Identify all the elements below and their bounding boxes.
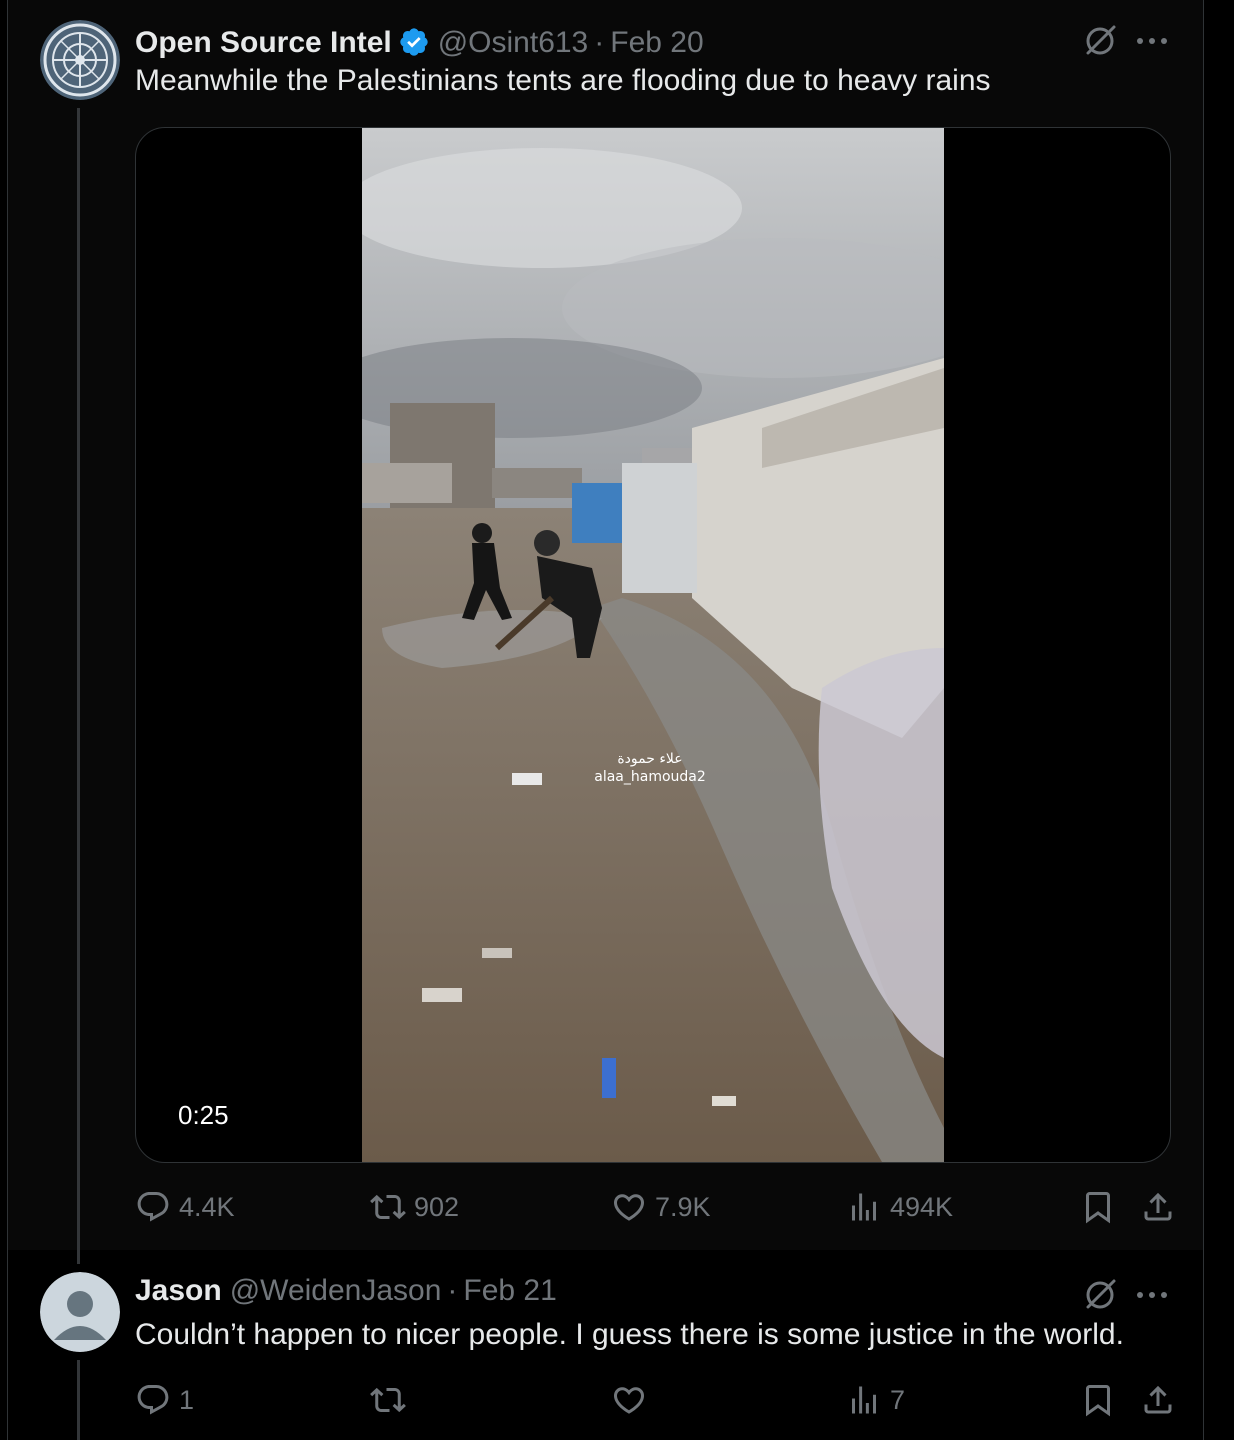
separator-dot: ·: [447, 1274, 458, 1307]
views-count: 494K: [890, 1191, 954, 1222]
reply-text: Couldn’t happen to nicer people. I guess…: [135, 1318, 1124, 1351]
bookmark-button[interactable]: [1080, 1382, 1116, 1418]
watermark-arabic: علاء حمودة: [617, 751, 683, 767]
reply-author-handle[interactable]: @WeidenJason: [230, 1274, 442, 1308]
views-button[interactable]: 7: [846, 1382, 905, 1418]
reply-count: 1: [179, 1384, 195, 1415]
grok-icon[interactable]: [1083, 22, 1119, 58]
thread-line-bottom: [77, 1360, 80, 1440]
more-icon[interactable]: [1135, 26, 1169, 56]
reply-avatar[interactable]: [40, 1272, 120, 1352]
repost-count: 902: [414, 1191, 460, 1222]
views-count: 7: [890, 1384, 906, 1415]
watermark-handle: alaa_hamouda2: [594, 769, 706, 785]
reply-header: Jason @WeidenJason · Feb 21: [135, 1274, 557, 1308]
views-button[interactable]: 494K: [846, 1189, 953, 1225]
verified-badge-icon: [398, 26, 430, 58]
tweet-header: Open Source Intel @Osint613 · Feb 20: [135, 20, 704, 60]
like-button[interactable]: 7.9K: [611, 1189, 711, 1225]
reply-date[interactable]: Feb 21: [463, 1274, 556, 1308]
video-frame[interactable]: علاء حمودة alaa_hamouda2: [362, 128, 944, 1162]
tweet-text: Meanwhile the Palestinians tents are flo…: [135, 64, 991, 97]
author-avatar[interactable]: [40, 20, 120, 100]
reply-count: 4.4K: [179, 1191, 235, 1222]
like-icon: [613, 1194, 645, 1221]
share-button[interactable]: [1140, 1382, 1176, 1418]
reply-author-name[interactable]: Jason: [135, 1274, 222, 1308]
author-name[interactable]: Open Source Intel: [135, 26, 392, 60]
bookmark-button[interactable]: [1080, 1189, 1116, 1225]
views-icon: [852, 1386, 876, 1414]
repost-icon: [370, 1194, 406, 1220]
repost-button[interactable]: 902: [370, 1189, 459, 1225]
reply-icon: [137, 1385, 169, 1415]
reply-tweet[interactable]: Jason @WeidenJason · Feb 21 Couldn’t hap…: [8, 1250, 1203, 1440]
bookmark-icon: [1086, 1192, 1110, 1224]
like-count: 7.9K: [655, 1191, 711, 1222]
reply-button[interactable]: 1: [135, 1382, 194, 1418]
thread-line-top: [77, 1250, 80, 1264]
like-button[interactable]: [611, 1382, 647, 1418]
right-column-border: [1203, 0, 1204, 1440]
share-button[interactable]: [1140, 1189, 1176, 1225]
views-icon: [852, 1193, 876, 1221]
bookmark-icon: [1086, 1385, 1110, 1417]
video-player[interactable]: علاء حمودة alaa_hamouda2 0:25: [135, 127, 1171, 1163]
video-watermark: علاء حمودة alaa_hamouda2: [580, 750, 720, 786]
main-tweet[interactable]: Open Source Intel @Osint613 · Feb 20 Mea…: [8, 0, 1203, 1250]
separator-dot: ·: [594, 26, 605, 59]
repost-icon: [370, 1387, 406, 1413]
repost-button[interactable]: [370, 1382, 406, 1418]
share-icon: [1144, 1192, 1172, 1221]
thread-line: [77, 108, 80, 1250]
reply-button[interactable]: 4.4K: [135, 1189, 235, 1225]
reply-icon: [137, 1192, 169, 1222]
more-icon[interactable]: [1135, 1280, 1169, 1310]
like-icon: [613, 1387, 645, 1414]
grok-icon[interactable]: [1083, 1276, 1119, 1312]
share-icon: [1144, 1385, 1172, 1414]
author-handle[interactable]: @Osint613: [438, 26, 589, 60]
video-duration: 0:25: [168, 1096, 239, 1135]
tweet-date[interactable]: Feb 20: [610, 26, 703, 60]
